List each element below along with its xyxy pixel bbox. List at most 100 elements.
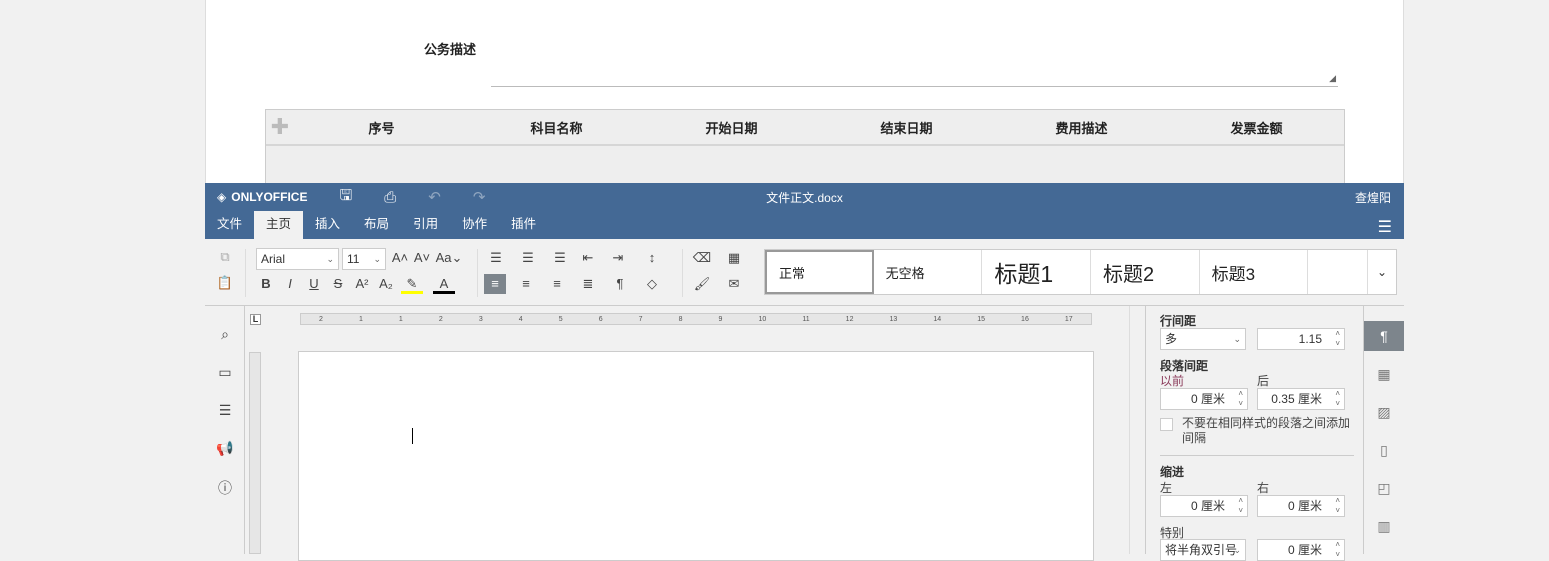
layers-icon: ◈ [217,190,227,204]
line-spacing-mode-select[interactable]: 多 ⌄ [1160,328,1246,350]
save-icon[interactable]: 🖫 [339,185,352,210]
style-no-spacing[interactable]: 无空格 [874,250,983,294]
table-header: ✚ 序号 科目名称 开始日期 结束日期 费用描述 发票金额 [266,110,1344,146]
vertical-ruler[interactable] [249,352,261,554]
style-heading3[interactable]: 标题3 [1200,250,1309,294]
special-indent-input[interactable]: 0 厘米 ˄ ˅ [1257,539,1345,561]
paragraph-settings-panel: 行间距 多 ⌄ 1.15 ˄ ˅ 段落间距 以前 后 0 厘米 ˄ ˅ 0.35 厘米 ˄ ˅… [1145,306,1363,561]
copy-icon[interactable]: ⧉ [214,247,236,267]
mail-merge-icon[interactable]: ✉ [723,274,745,294]
feedback-icon[interactable]: 📢 [215,440,235,457]
comment-icon[interactable]: ▭ [215,364,235,381]
spacing-before-input[interactable]: 0 厘米 ˄ ˅ [1160,388,1248,410]
increase-font-icon[interactable]: A˄ [389,248,411,268]
decrease-indent-icon[interactable]: ⇤ [577,248,599,268]
special-indent-select[interactable]: 将半角双引号 ⌄ [1160,539,1246,561]
spacing-after-input[interactable]: 0.35 厘米 ˄ ˅ [1257,388,1345,410]
line-spacing-input[interactable]: 1.15 ˄ ˅ [1257,328,1345,350]
align-left-icon[interactable]: ≡ [484,274,506,294]
indent-left-input[interactable]: 0 厘米 ˄ ˅ [1160,495,1248,517]
expense-table: ✚ 序号 科目名称 开始日期 结束日期 费用描述 发票金额 [265,109,1345,189]
underline-icon[interactable]: U [303,274,325,294]
bold-icon[interactable]: B [255,274,277,294]
redo-icon[interactable]: ↷ [473,188,486,206]
divider [1160,455,1354,456]
line-spacing-heading: 行间距 [1160,314,1197,328]
increase-indent-icon[interactable]: ⇥ [607,248,629,268]
brand-name: ONLYOFFICE [231,190,308,204]
shape-settings-icon[interactable]: ◰ [1364,473,1404,503]
resize-grip-icon[interactable]: ◢ [1329,73,1336,84]
add-row-icon[interactable]: ✚ [266,114,294,140]
paragraph-marks-icon[interactable]: ¶ [609,274,631,294]
tab-file[interactable]: 文件 [205,211,254,239]
before-label: 以前 [1160,374,1185,388]
multilevel-icon[interactable]: ☰ [549,248,571,268]
col-header: 结束日期 [880,120,933,136]
indent-heading: 缩进 [1160,465,1185,479]
shading-icon[interactable]: ◇ [641,274,663,294]
style-heading2[interactable]: 标题2 [1091,250,1200,294]
tab-insert[interactable]: 插入 [303,211,352,239]
strikethrough-icon[interactable]: S [327,274,349,294]
col-header: 发票金额 [1230,120,1283,136]
horizontal-ruler[interactable]: 2 1 1 2 3 4 5 6 7 8 9 10 11 12 13 14 15 16 17 [300,313,1092,325]
clear-style-icon[interactable]: ⌫ [691,248,713,268]
description-textarea[interactable]: ◢ [491,40,1338,87]
font-size-select[interactable]: 11 ⌄ [342,248,386,270]
decrease-font-icon[interactable]: A˅ [411,248,433,268]
line-spacing-icon[interactable]: ↕ [641,248,663,268]
table-settings-icon[interactable]: ▦ [1364,359,1404,389]
indent-right-input[interactable]: 0 厘米 ˄ ˅ [1257,495,1345,517]
style-heading1[interactable]: 标题1 [982,250,1091,294]
print-icon[interactable]: ⎙ [384,189,396,206]
menu-icon[interactable]: ☰ [1378,217,1392,237]
style-normal[interactable]: 正常 [765,250,874,294]
copy-style-icon[interactable]: 🖌 [691,274,713,294]
paste-icon[interactable]: 📋 [214,273,236,293]
onlyoffice-editor: ◈ ONLYOFFICE 🖫 ⎙ ↶ ↷ 文件正文.docx 查煌阳 文件 主页 … [205,183,1404,561]
vertical-scrollbar[interactable] [1129,306,1143,554]
search-icon[interactable]: ⌕ [215,326,235,343]
logo: ◈ ONLYOFFICE [217,190,307,204]
ribbon-tabs: 文件 主页 插入 布局 引用 协作 插件 ☰ [205,211,1404,239]
paragraph-settings-icon[interactable]: ¶ [1364,321,1404,351]
tab-collaborate[interactable]: 协作 [450,211,499,239]
tab-layout[interactable]: 布局 [352,211,401,239]
numbering-icon[interactable]: ☰ [517,248,539,268]
undo-icon[interactable]: ↶ [428,188,441,206]
align-center-icon[interactable]: ≡ [515,274,537,294]
justify-icon[interactable]: ≣ [577,274,599,294]
bullets-icon[interactable]: ☰ [485,248,507,268]
style-empty[interactable] [1308,250,1369,294]
navigation-icon[interactable]: ☰ [215,402,235,419]
font-name-select[interactable]: Arial ⌄ [256,248,339,270]
image-settings-icon[interactable]: ▨ [1364,397,1404,427]
superscript-icon[interactable]: A² [351,274,373,294]
col-header: 科目名称 [530,120,583,136]
no-space-label: 不要在相同样式的段落之间添加间隔 [1182,416,1351,445]
chevron-down-icon[interactable]: ⌄ [1368,250,1396,294]
font-color-icon[interactable]: A [433,274,455,294]
align-right-icon[interactable]: ≡ [546,274,568,294]
info-icon[interactable]: ⓘ [215,478,235,498]
col-header: 开始日期 [705,120,758,136]
right-label: 右 [1257,481,1270,495]
header-footer-icon[interactable]: ▯ [1364,435,1404,465]
tab-stop-icon[interactable]: L [250,314,261,325]
tab-plugins[interactable]: 插件 [499,211,548,239]
color-scheme-icon[interactable]: ▦ [723,248,745,268]
change-case-icon[interactable]: Aa⌄ [435,248,463,268]
user-name[interactable]: 查煌阳 [1355,189,1391,206]
tab-references[interactable]: 引用 [401,211,450,239]
right-sidebar: ¶ ▦ ▨ ▯ ◰ ▥ [1363,306,1404,554]
tab-home[interactable]: 主页 [254,211,304,239]
subscript-icon[interactable]: A₂ [375,274,397,294]
no-space-checkbox[interactable] [1160,418,1173,431]
italic-icon[interactable]: I [279,274,301,294]
chart-settings-icon[interactable]: ▥ [1364,511,1404,541]
style-gallery: 正常 无空格 标题1 标题2 标题3 ⌄ [764,249,1397,295]
document-page[interactable] [298,351,1094,561]
left-sidebar: ⌕ ▭ ☰ 📢 ⓘ [205,306,245,554]
highlight-icon[interactable]: ✎ [401,274,423,294]
